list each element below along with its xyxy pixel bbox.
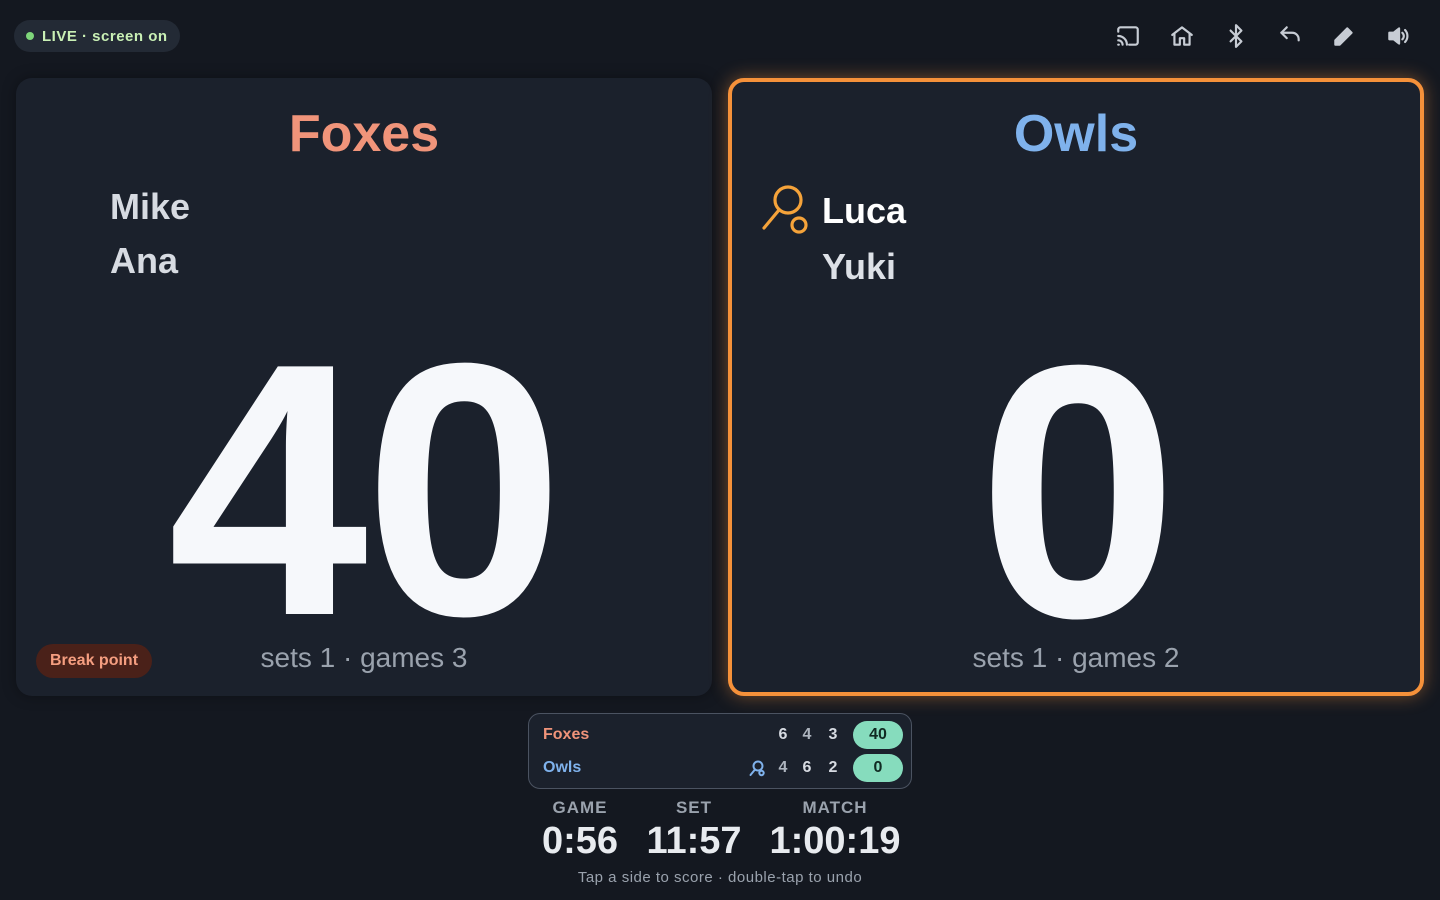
mini-points-badge: 40: [853, 721, 903, 749]
bluetooth-icon: [1229, 24, 1243, 48]
mini-set-score: 4: [802, 726, 812, 743]
mini-team-name: Foxes: [543, 726, 590, 743]
mini-points-badge: 0: [853, 754, 903, 782]
scoreboard-screen: LIVE · screen on Foxes Mike Ana 40 Break…: [0, 0, 1440, 900]
match-timer-value: 1:00:19: [769, 820, 901, 862]
match-timer-label: MATCH: [802, 798, 868, 817]
undo-button[interactable]: [1274, 18, 1306, 54]
undo-icon: [1280, 26, 1300, 42]
game-timer-value: 0:56: [541, 820, 619, 862]
live-dot-icon: [26, 32, 34, 40]
volume-icon: [1388, 27, 1409, 45]
game-timer-label: GAME: [552, 798, 608, 817]
toolbar: [1112, 18, 1414, 54]
cast-button[interactable]: [1112, 18, 1144, 54]
bluetooth-button[interactable]: [1220, 18, 1252, 54]
racket-serve-icon: [760, 182, 812, 243]
volume-button[interactable]: [1382, 18, 1414, 54]
mini-team-name: Owls: [543, 759, 582, 776]
mini-set-score: 6: [778, 726, 788, 743]
team-panel-right[interactable]: Owls Luca Yuki 0 sets 1 · games 2: [728, 78, 1424, 696]
player-name: Yuki: [822, 246, 897, 287]
set-timer-label: SET: [675, 798, 713, 817]
edit-button[interactable]: [1328, 18, 1360, 54]
sets-games-left: sets 1 · games 3: [260, 642, 468, 673]
player-name: Ana: [110, 240, 179, 281]
home-icon: [1171, 26, 1193, 46]
home-button[interactable]: [1166, 18, 1198, 54]
mini-set-score: 3: [828, 726, 838, 743]
mini-scoreboard: Foxes 6 4 3 40 Owls 4 6 2 0: [528, 713, 912, 789]
team-score-left: 40: [167, 289, 564, 691]
sets-games-right: sets 1 · games 2: [972, 642, 1180, 673]
usage-hint: Tap a side to score · double-tap to undo: [577, 869, 863, 886]
match-timer: MATCH 1:00:19: [766, 798, 904, 863]
live-status-badge: LIVE · screen on: [14, 20, 180, 52]
team-name-left: Foxes: [288, 105, 440, 163]
team-name-right: Owls: [1013, 105, 1139, 163]
live-status-label: LIVE · screen on: [42, 27, 168, 45]
set-timer-value: 11:57: [646, 820, 742, 862]
mini-set-score: 4: [778, 759, 788, 776]
game-timer: GAME 0:56: [528, 798, 632, 863]
mini-set-score: 6: [802, 759, 812, 776]
team-score-right: 0: [977, 291, 1178, 693]
set-timer: SET 11:57: [640, 798, 748, 863]
mini-set-score: 2: [828, 759, 838, 776]
player-name: Mike: [110, 186, 191, 227]
team-panel-left[interactable]: Foxes Mike Ana 40 Break point sets 1 · g…: [16, 78, 712, 696]
racket-serve-icon: [749, 760, 765, 782]
player-name: Luca: [822, 190, 907, 231]
cast-icon: [1117, 26, 1139, 46]
mini-row-foxes: Foxes 6 4 3 40: [529, 720, 911, 750]
edit-icon: [1334, 27, 1353, 46]
mini-row-owls: Owls 4 6 2 0: [529, 753, 911, 783]
